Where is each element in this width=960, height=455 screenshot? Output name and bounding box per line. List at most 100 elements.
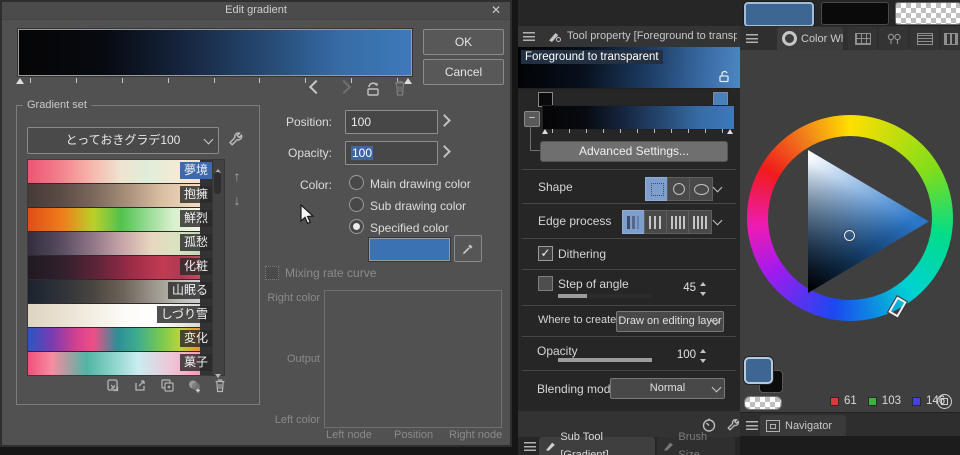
gradient-name: 変化 — [179, 330, 212, 347]
tabbar-menu-icon[interactable] — [524, 442, 536, 451]
editor-right-caret[interactable] — [727, 129, 733, 134]
shape-circle-button[interactable] — [667, 177, 691, 201]
tool-opacity-spinner[interactable] — [699, 348, 708, 364]
main-drawing-color-label: Main drawing color — [370, 177, 471, 191]
radio-specified-color[interactable] — [349, 219, 364, 234]
gradient-list-item[interactable]: 鮮烈 — [28, 208, 212, 232]
where-to-create-dropdown[interactable]: Draw on editing layer — [616, 311, 724, 332]
close-icon[interactable]: ✕ — [489, 2, 503, 18]
edge-stripe-dense-icon — [671, 215, 685, 229]
gradient-swatch — [28, 352, 200, 375]
scroll-down-icon[interactable] — [213, 365, 222, 378]
gradient-list-item[interactable]: しづり雪 — [28, 304, 212, 328]
gradient-list-item[interactable]: 抱擁 — [28, 184, 212, 208]
collapse-gradient-button[interactable]: − — [524, 111, 540, 127]
edge-process-2-button[interactable] — [644, 210, 668, 234]
tab-subtool-gradient[interactable]: Sub Tool [Gradient] — [539, 431, 655, 455]
delete-node-button[interactable] — [392, 78, 408, 98]
gradient-list-toolbar — [105, 377, 251, 395]
opacity-input[interactable]: 100 — [345, 141, 438, 165]
duplicate-icon[interactable] — [159, 377, 175, 394]
shape-dropdown-icon[interactable] — [712, 182, 723, 193]
blending-mode-label: Blending mode — [537, 382, 618, 396]
color-panel-menu-icon[interactable] — [746, 34, 758, 43]
tab-color-set[interactable] — [848, 27, 877, 50]
eyedropper-button[interactable] — [454, 235, 482, 262]
shape-ellipse-button[interactable] — [689, 177, 713, 201]
delete-gradient-icon[interactable] — [213, 377, 227, 394]
edge-process-3-button[interactable] — [666, 210, 690, 234]
gradient-set-dropdown[interactable]: とっておきグラデ100 — [27, 127, 219, 154]
gradient-preview-bar[interactable] — [18, 29, 412, 76]
edge-process-4-button[interactable] — [688, 210, 712, 234]
tab-color-history[interactable] — [941, 27, 960, 50]
register-gradient-button[interactable] — [363, 78, 385, 98]
mixing-curve-canvas[interactable] — [324, 290, 502, 428]
gradient-list-item[interactable]: 菓子 — [28, 352, 212, 375]
radio-sub-drawing-color[interactable] — [349, 197, 364, 212]
gradient-list-item[interactable]: 夢境 — [28, 160, 212, 184]
gradient-set-settings-button[interactable] — [225, 130, 247, 150]
navigator-menu-icon[interactable] — [746, 421, 758, 430]
red-value: 61 — [844, 395, 857, 407]
panel-menu-icon[interactable] — [523, 32, 535, 41]
step-of-angle-spinner[interactable] — [699, 281, 708, 297]
shape-linear-button[interactable] — [645, 177, 669, 201]
blending-mode-dropdown[interactable]: Normal — [610, 378, 725, 399]
step-of-angle-slider[interactable] — [558, 294, 652, 298]
mixing-rate-curve-label: Mixing rate curve — [285, 266, 377, 280]
cancel-button[interactable]: Cancel — [423, 59, 504, 85]
move-up-button[interactable]: ↑ — [229, 168, 245, 184]
mixing-rate-curve-checkbox[interactable] — [265, 266, 279, 280]
move-down-button[interactable]: ↓ — [229, 192, 245, 208]
gradient-list-item[interactable]: 変化 — [28, 328, 212, 352]
dithering-checkbox[interactable]: ✓ — [538, 246, 553, 261]
gradient-list-scrollbar[interactable] — [212, 159, 225, 378]
background-color-swatch-top[interactable] — [821, 2, 889, 25]
scroll-up-icon[interactable] — [213, 160, 222, 173]
tool-opacity-slider[interactable] — [558, 358, 652, 362]
ellipse-gradient-icon — [693, 183, 709, 195]
foreground-color-swatch[interactable] — [744, 357, 773, 384]
redo-button[interactable] — [336, 78, 353, 98]
edge-process-1-button[interactable] — [622, 210, 646, 234]
ok-button[interactable]: OK — [423, 29, 504, 55]
advanced-settings-button[interactable]: Advanced Settings... — [540, 141, 728, 162]
gradient-list-item[interactable]: 化粧 — [28, 256, 212, 280]
gradient-editor-bar[interactable] — [542, 105, 735, 130]
wheel-shape-toggle-icon[interactable] — [937, 394, 952, 409]
specified-color-swatch[interactable] — [369, 238, 450, 261]
tab-navigator[interactable]: Navigator — [760, 415, 846, 437]
gradient-list-item[interactable]: 孤愁 — [28, 232, 212, 256]
gradient-list[interactable]: 夢境 抱擁 鮮烈 孤愁 化粧 山眠る しづり雪 変化 菓子 — [27, 159, 213, 376]
undo-button[interactable] — [308, 78, 325, 98]
gradient-list-item[interactable]: 山眠る — [28, 280, 212, 304]
tool-opacity-value[interactable]: 100 — [676, 349, 696, 361]
brush-icon — [663, 442, 673, 451]
position-slider-chevron-icon[interactable] — [438, 114, 451, 127]
step-of-angle-checkbox[interactable] — [538, 276, 553, 291]
new-settings-icon[interactable] — [186, 377, 202, 394]
edge-process-dropdown-icon[interactable] — [712, 215, 723, 226]
subtool-item-foreground-to-transparent[interactable]: Foreground to transparent — [518, 47, 740, 89]
tab-color-wheel[interactable]: Color Wheel — [777, 27, 843, 50]
editor-left-caret[interactable] — [542, 129, 548, 134]
scrollbar-thumb[interactable] — [214, 172, 221, 194]
opacity-slider-chevron-icon[interactable] — [438, 145, 451, 158]
sv-cursor[interactable] — [844, 230, 855, 241]
step-of-angle-value[interactable]: 45 — [676, 282, 696, 294]
gradient-editor-track[interactable] — [542, 129, 733, 137]
transparent-swatch[interactable] — [744, 396, 782, 410]
left-node-caret[interactable] — [16, 78, 24, 84]
position-input[interactable]: 100 — [345, 110, 438, 134]
tab-brush-size[interactable]: Brush Size — [657, 431, 735, 455]
import-icon[interactable] — [105, 377, 121, 394]
dialog-titlebar[interactable]: Edit gradient ✕ — [2, 2, 510, 20]
tab-color-slider[interactable] — [910, 27, 939, 50]
foreground-color-swatch-top[interactable] — [744, 2, 814, 27]
tab-intermediate-color[interactable] — [879, 27, 908, 50]
transparent-color-swatch-top[interactable] — [895, 2, 960, 25]
unlock-icon[interactable] — [717, 69, 731, 83]
radio-main-drawing-color[interactable] — [349, 175, 364, 190]
export-icon[interactable] — [132, 377, 148, 394]
